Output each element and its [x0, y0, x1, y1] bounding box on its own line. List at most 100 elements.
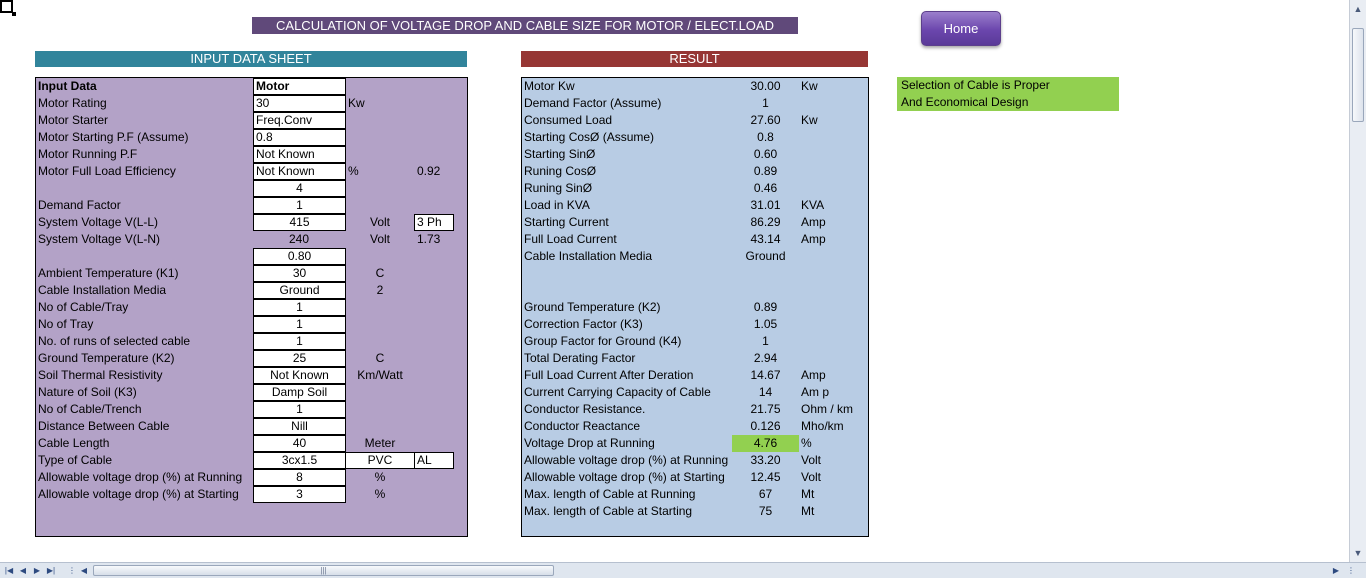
- input-row: Ambient Temperature (K1) 30 C: [36, 265, 467, 282]
- input-value-cell[interactable]: 3: [253, 486, 346, 503]
- input-label: Type of Cable: [38, 453, 113, 467]
- result-value: 0.126: [750, 419, 781, 433]
- input-unit: Km/Watt: [357, 368, 403, 382]
- result-panel: Motor Kw 30.00 Kw Demand Factor (Assume) 1 Co…: [521, 77, 869, 537]
- result-unit: Volt: [801, 453, 822, 467]
- input-value-cell[interactable]: 1: [253, 316, 346, 333]
- result-value: 14: [758, 385, 773, 399]
- result-label: Conductor Resistance.: [524, 402, 646, 416]
- input-row: No. of runs of selected cable 1: [36, 333, 467, 350]
- result-value: 2.94: [753, 351, 778, 365]
- input-value-cell[interactable]: 3cx1.5: [253, 452, 346, 469]
- input-unit[interactable]: PVC: [345, 452, 415, 469]
- input-value-cell[interactable]: Not Known: [253, 367, 346, 384]
- result-row: Max. length of Cable at Starting 75 Mt: [522, 503, 868, 520]
- result-unit: Amp: [801, 368, 826, 382]
- split-box-handle[interactable]: ⋮: [1345, 564, 1357, 577]
- input-row: 4: [36, 180, 467, 197]
- scroll-left-icon[interactable]: ◀: [78, 564, 90, 577]
- next-sheet-icon[interactable]: ▶: [31, 564, 43, 577]
- result-label: Starting Current: [524, 215, 609, 229]
- result-unit: Amp: [801, 215, 826, 229]
- input-row: Distance Between Cable Nill: [36, 418, 467, 435]
- home-button[interactable]: Home: [921, 11, 1001, 46]
- input-label: Motor Starter: [38, 113, 109, 127]
- vertical-scroll-thumb[interactable]: [1352, 28, 1364, 122]
- input-extra-value[interactable]: 3 Ph: [414, 214, 454, 231]
- input-label: System Voltage V(L-N): [38, 232, 161, 246]
- tab-split-handle[interactable]: ⋮: [66, 564, 78, 577]
- horizontal-scroll-thumb[interactable]: |||: [93, 565, 554, 576]
- input-label: Cable Length: [38, 436, 110, 450]
- input-unit: Kw: [348, 96, 365, 110]
- input-label: Distance Between Cable: [38, 419, 170, 433]
- prev-sheet-icon[interactable]: ◀: [17, 564, 29, 577]
- result-value: 14.67: [750, 368, 781, 382]
- input-row: Motor Full Load Efficiency Not Known% 0.92: [36, 163, 467, 180]
- cable-selection-status: Selection of Cable is Proper And Economi…: [897, 77, 1119, 111]
- input-row: Motor Running P.F Not Known: [36, 146, 467, 163]
- selected-cell-marker: [0, 0, 16, 16]
- result-value: 86.29: [750, 215, 781, 229]
- result-value: 0.89: [753, 300, 778, 314]
- input-value-cell[interactable]: 25: [253, 350, 346, 367]
- input-value-cell[interactable]: 1: [253, 401, 346, 418]
- result-row: Demand Factor (Assume) 1: [522, 95, 868, 112]
- scroll-down-icon[interactable]: ▼: [1351, 546, 1365, 560]
- result-value: 21.75: [750, 402, 781, 416]
- input-value-cell[interactable]: 8: [253, 469, 346, 486]
- input-label: Ground Temperature (K2): [38, 351, 175, 365]
- input-value-cell[interactable]: 40: [253, 435, 346, 452]
- input-extra-value[interactable]: AL: [414, 452, 454, 469]
- input-value-cell: 240: [288, 232, 310, 246]
- input-value-cell[interactable]: Damp Soil: [253, 384, 346, 401]
- result-value: 12.45: [750, 470, 781, 484]
- input-row: Cable Length 40 Meter: [36, 435, 467, 452]
- input-value-cell[interactable]: 1: [253, 299, 346, 316]
- input-label: Demand Factor: [38, 198, 121, 212]
- result-row: Runing SinØ 0.46: [522, 180, 868, 197]
- result-row: Ground Temperature (K2) 0.89: [522, 299, 868, 316]
- input-row: 0.80: [36, 248, 467, 265]
- result-row: Current Carrying Capacity of Cable 14 Am p: [522, 384, 868, 401]
- result-unit: Mt: [801, 504, 815, 518]
- result-label: Starting SinØ: [524, 147, 596, 161]
- input-value-cell[interactable]: Freq.Conv: [253, 112, 346, 129]
- input-value-cell[interactable]: Not Known: [253, 163, 346, 180]
- input-value-cell[interactable]: 0.8: [253, 129, 346, 146]
- input-row: System Voltage V(L-N) 240 Volt 1.73: [36, 231, 467, 248]
- input-label: Motor Starting P.F (Assume): [38, 130, 189, 144]
- input-value-cell[interactable]: 0.80: [253, 248, 346, 265]
- input-value-cell[interactable]: 1: [253, 197, 346, 214]
- input-value-cell[interactable]: Ground: [253, 282, 346, 299]
- result-label: Runing SinØ: [524, 181, 593, 195]
- input-label: Nature of Soil (K3): [38, 385, 137, 399]
- input-unit: %: [374, 470, 386, 484]
- status-line-2: And Economical Design: [901, 95, 1029, 109]
- input-value-cell[interactable]: Nill: [253, 418, 346, 435]
- result-value: 1.05: [753, 317, 778, 331]
- input-label: Ambient Temperature (K1): [38, 266, 179, 280]
- scroll-up-icon[interactable]: ▲: [1351, 2, 1365, 16]
- result-label: Consumed Load: [524, 113, 613, 127]
- result-row: Group Factor for Ground (K4) 1: [522, 333, 868, 350]
- result-value: 1: [762, 96, 769, 110]
- input-value-cell[interactable]: Motor: [253, 78, 346, 95]
- vertical-scrollbar[interactable]: ▲ ▼: [1349, 0, 1366, 562]
- input-value-cell[interactable]: 4: [253, 180, 346, 197]
- input-value-cell[interactable]: 1: [253, 333, 346, 350]
- input-value-cell[interactable]: Not Known: [253, 146, 346, 163]
- result-value: 75: [758, 504, 773, 518]
- input-value-cell[interactable]: 415: [253, 214, 346, 231]
- input-value-cell[interactable]: 30: [253, 265, 346, 282]
- first-sheet-icon[interactable]: |◀: [3, 564, 15, 577]
- input-label: No of Cable/Tray: [38, 300, 129, 314]
- scroll-right-icon[interactable]: ▶: [1330, 564, 1342, 577]
- result-unit: Ohm / km: [801, 402, 854, 416]
- input-value-cell[interactable]: 30: [253, 95, 346, 112]
- input-label: No of Tray: [38, 317, 94, 331]
- input-row: Demand Factor 1: [36, 197, 467, 214]
- last-sheet-icon[interactable]: ▶|: [45, 564, 57, 577]
- result-label: Cable Installation Media: [524, 249, 653, 263]
- result-row: Allowable voltage drop (%) at Running 33.…: [522, 452, 868, 469]
